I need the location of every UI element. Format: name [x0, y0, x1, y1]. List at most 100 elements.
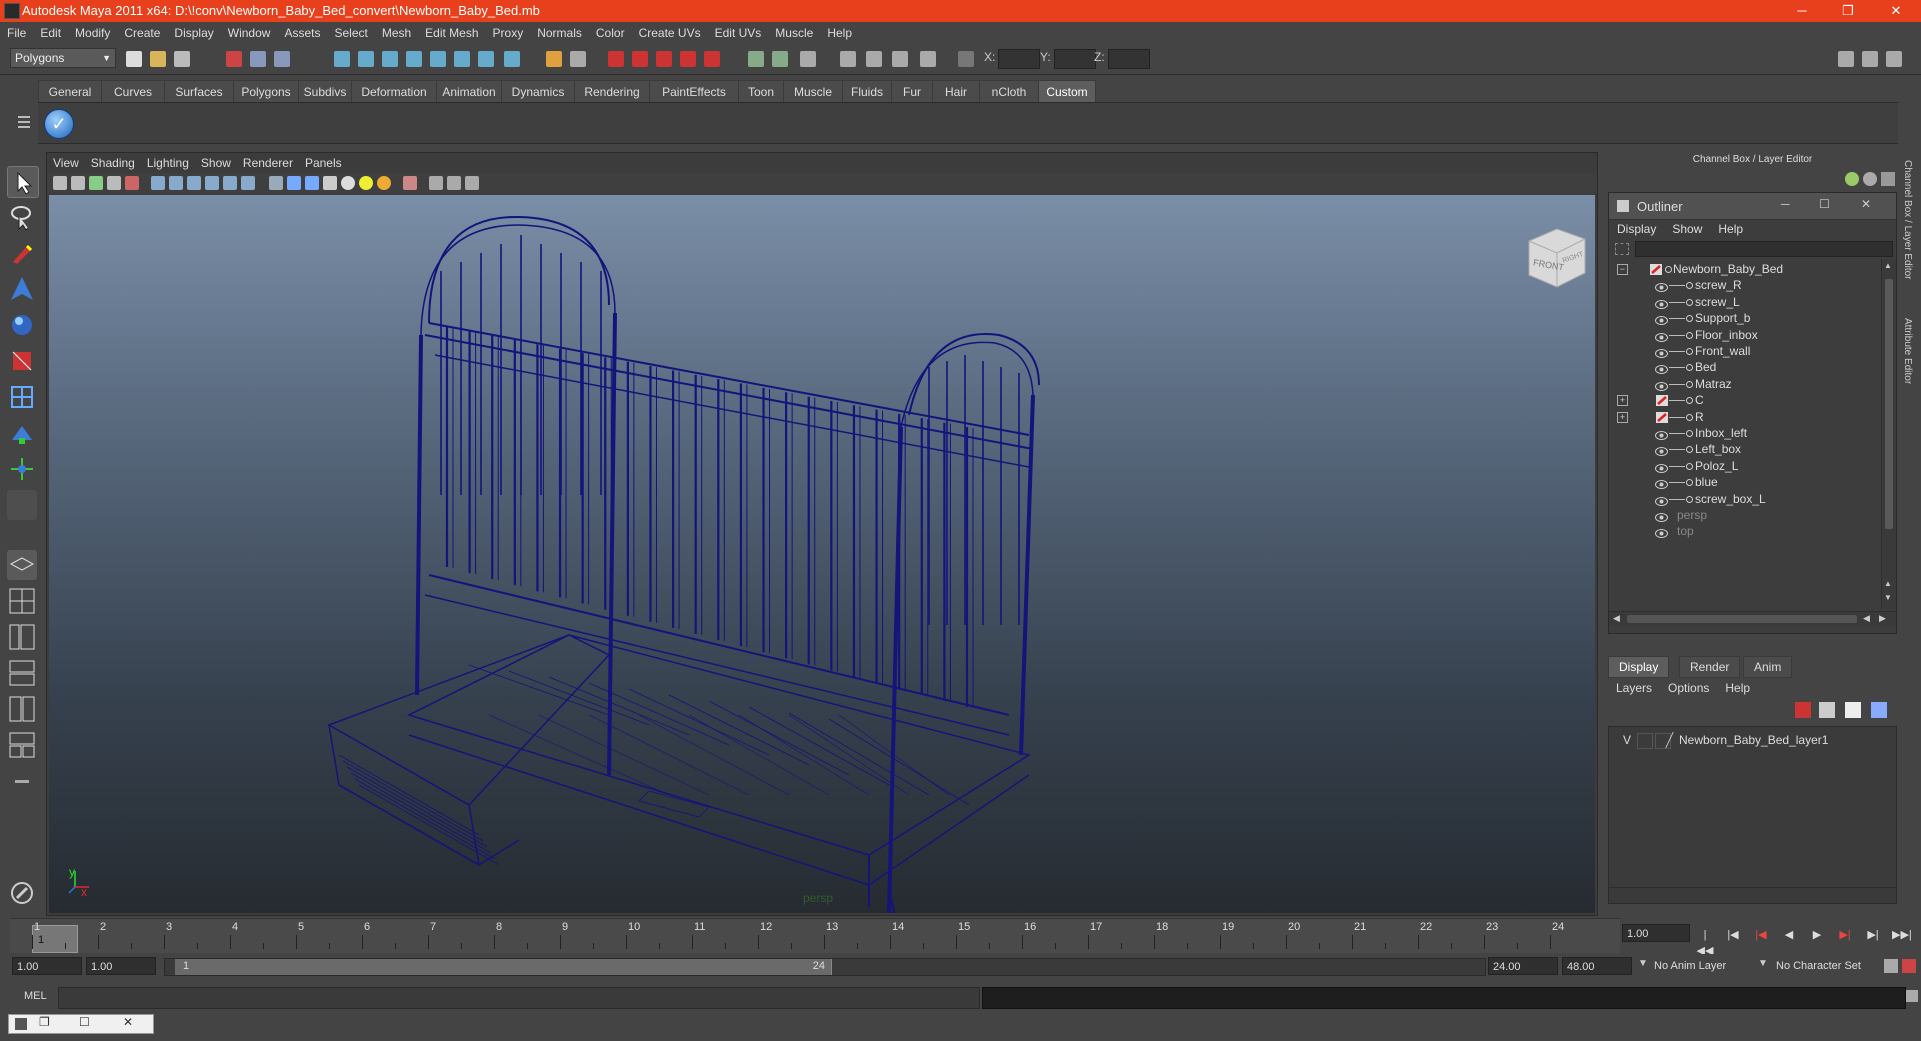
outliner-layout-icon[interactable]: [7, 622, 37, 652]
select-component-icon[interactable]: [274, 51, 290, 67]
anim-layer-dropdown-arrow[interactable]: ▼: [1638, 958, 1648, 969]
perspective-viewport[interactable]: FRONT RIGHT y x persp: [49, 195, 1595, 913]
add-to-layer-icon[interactable]: [1845, 702, 1861, 718]
menu-normals[interactable]: Normals: [530, 22, 589, 44]
new-scene-icon[interactable]: [126, 51, 142, 67]
shelf-tab-fur[interactable]: Fur: [891, 80, 933, 103]
animation-preferences-icon[interactable]: [1902, 959, 1916, 973]
show-channel-box-icon[interactable]: [1838, 51, 1854, 67]
channel-box-options-icon[interactable]: [1845, 172, 1859, 186]
menu-create-uvs[interactable]: Create UVs: [632, 22, 708, 44]
outliner-search-input[interactable]: [1635, 241, 1893, 257]
bookmarks-icon[interactable]: [89, 176, 103, 190]
render-current-icon[interactable]: [608, 51, 624, 67]
expand-icon[interactable]: +: [1617, 411, 1628, 423]
minimize-button[interactable]: ─: [1780, 0, 1824, 22]
layer-visibility-toggle[interactable]: V: [1623, 731, 1631, 749]
remove-from-layer-icon[interactable]: [1871, 702, 1887, 718]
menu-file[interactable]: File: [0, 22, 33, 44]
filter-icon[interactable]: [1615, 243, 1629, 255]
layer-menu-help[interactable]: Help: [1717, 678, 1758, 698]
paint-select-icon[interactable]: [7, 238, 37, 268]
graph-editor-layout-icon[interactable]: [7, 658, 37, 688]
close-button[interactable]: ✕: [1874, 0, 1918, 22]
go-to-end-button[interactable]: ▶▶|: [1892, 927, 1912, 943]
shelf-menu-icon[interactable]: [14, 80, 32, 140]
channel-box-side-tab[interactable]: Channel Box / Layer Editor: [1902, 160, 1913, 280]
field-chart-icon[interactable]: [223, 176, 237, 190]
menu-edit-mesh[interactable]: Edit Mesh: [418, 22, 485, 44]
tool-settings-icon[interactable]: [866, 51, 882, 67]
outliner-maximize-button[interactable]: ☐: [1819, 197, 1830, 211]
step-forward-key-button[interactable]: ▶|: [1864, 927, 1882, 943]
shelf-tab-custom[interactable]: Custom: [1038, 80, 1096, 103]
view-cube[interactable]: FRONT RIGHT: [1519, 221, 1593, 295]
checkmark-icon[interactable]: ✓: [44, 109, 74, 139]
shelf-tab-subdivs[interactable]: Subdivs: [298, 80, 352, 103]
script-editor-icon[interactable]: [1906, 990, 1918, 1002]
default-light-icon[interactable]: [341, 176, 355, 190]
camera-attributes-icon[interactable]: [71, 176, 85, 190]
outliner-menu-show[interactable]: Show: [1664, 219, 1710, 239]
shelf-tab-ncloth[interactable]: nCloth: [979, 80, 1039, 103]
play-backwards-button[interactable]: ◀: [1780, 927, 1798, 943]
safe-action-icon[interactable]: [241, 176, 255, 190]
scale-tool-icon[interactable]: [7, 346, 37, 376]
xray-components-icon[interactable]: [465, 176, 479, 190]
grid-toggle-icon[interactable]: [151, 176, 165, 190]
minimized-window-maximize[interactable]: ☐: [79, 1015, 90, 1029]
lasso-tool-icon[interactable]: [7, 202, 37, 232]
layer-template-toggle[interactable]: [1637, 733, 1653, 749]
shadows-icon[interactable]: [377, 176, 391, 190]
go-to-start-button[interactable]: |◀◀: [1696, 927, 1714, 957]
single-perspective-layout-icon[interactable]: [7, 550, 37, 580]
animation-start-field[interactable]: 1.00: [12, 957, 82, 975]
minimized-window-close[interactable]: ✕: [123, 1015, 133, 1029]
range-slider[interactable]: 1 24: [164, 958, 1486, 976]
rotate-tool-icon[interactable]: [7, 310, 37, 340]
selection-lock-icon[interactable]: [570, 51, 586, 67]
pin-icon[interactable]: [1881, 172, 1895, 186]
menu-muscle[interactable]: Muscle: [768, 22, 820, 44]
layer-name[interactable]: Newborn_Baby_Bed_layer1: [1679, 731, 1828, 749]
attribute-editor-side-tab[interactable]: Attribute Editor: [1902, 318, 1913, 384]
show-attribute-editor-icon[interactable]: [1886, 51, 1902, 67]
select-tool-icon[interactable]: [7, 166, 39, 198]
viewport-menu-panels[interactable]: Panels: [299, 153, 348, 173]
construction-history-icon[interactable]: [478, 51, 494, 67]
menu-proxy[interactable]: Proxy: [486, 22, 531, 44]
menu-edit[interactable]: Edit: [33, 22, 68, 44]
history-icon[interactable]: [454, 51, 470, 67]
menu-help[interactable]: Help: [820, 22, 859, 44]
isolate-select-icon[interactable]: [403, 176, 417, 190]
layer-menu-layers[interactable]: Layers: [1608, 678, 1660, 698]
help-line-icon[interactable]: [504, 51, 520, 67]
camera-select-icon[interactable]: [53, 176, 67, 190]
layer-options-icon[interactable]: [1863, 172, 1877, 186]
step-back-key-button[interactable]: |◀: [1724, 927, 1742, 943]
menu-modify[interactable]: Modify: [68, 22, 117, 44]
2d-pan-zoom-icon[interactable]: [125, 176, 139, 190]
wireframe-on-shaded-icon[interactable]: [305, 176, 319, 190]
transform-icon[interactable]: [920, 51, 936, 67]
shelf-tab-painteffects[interactable]: PaintEffects: [649, 80, 739, 103]
render-settings-icon[interactable]: [656, 51, 672, 67]
viewport-menu-lighting[interactable]: Lighting: [141, 153, 195, 173]
input-line-icon[interactable]: [748, 51, 764, 67]
z-field[interactable]: [1108, 49, 1150, 69]
new-layer-selected-icon[interactable]: [1819, 702, 1835, 718]
outliner-menu-help[interactable]: Help: [1710, 219, 1751, 239]
layer-tab-anim[interactable]: Anim: [1743, 656, 1793, 678]
command-input[interactable]: [58, 987, 980, 1009]
layer-tab-render[interactable]: Render: [1679, 656, 1741, 678]
shelf-tab-muscle[interactable]: Muscle: [783, 80, 843, 103]
collapse-icon[interactable]: −: [1617, 264, 1628, 275]
layer-horizontal-scrollbar[interactable]: [1609, 887, 1896, 902]
animation-end-field[interactable]: 48.00: [1562, 957, 1632, 975]
hypershade-layout-icon[interactable]: [7, 694, 37, 724]
open-scene-icon[interactable]: [150, 51, 166, 67]
textured-icon[interactable]: [323, 176, 337, 190]
shelf-tab-dynamics[interactable]: Dynamics: [501, 80, 575, 103]
render-view-icon[interactable]: [704, 51, 720, 67]
step-forward-frame-button[interactable]: ▶|: [1836, 927, 1854, 943]
